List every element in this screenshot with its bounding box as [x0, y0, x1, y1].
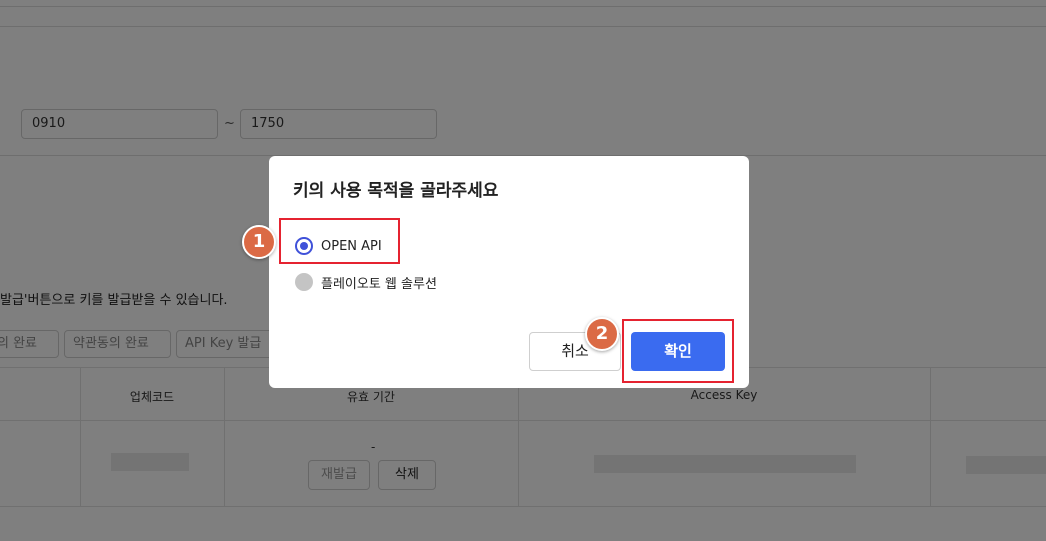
option-label: 플레이오토 웹 솔루션: [321, 276, 437, 292]
dialog-title: 키의 사용 목적을 골라주세요: [293, 181, 499, 201]
highlight-box-1: [279, 218, 400, 264]
step-badge-2: 2: [585, 317, 619, 351]
step-badge-1: 1: [242, 225, 276, 259]
radio-unselected-icon[interactable]: [295, 273, 313, 291]
option-playauto-web-solution[interactable]: 플레이오토 웹 솔루션: [295, 271, 437, 293]
highlight-box-2: [622, 319, 734, 383]
